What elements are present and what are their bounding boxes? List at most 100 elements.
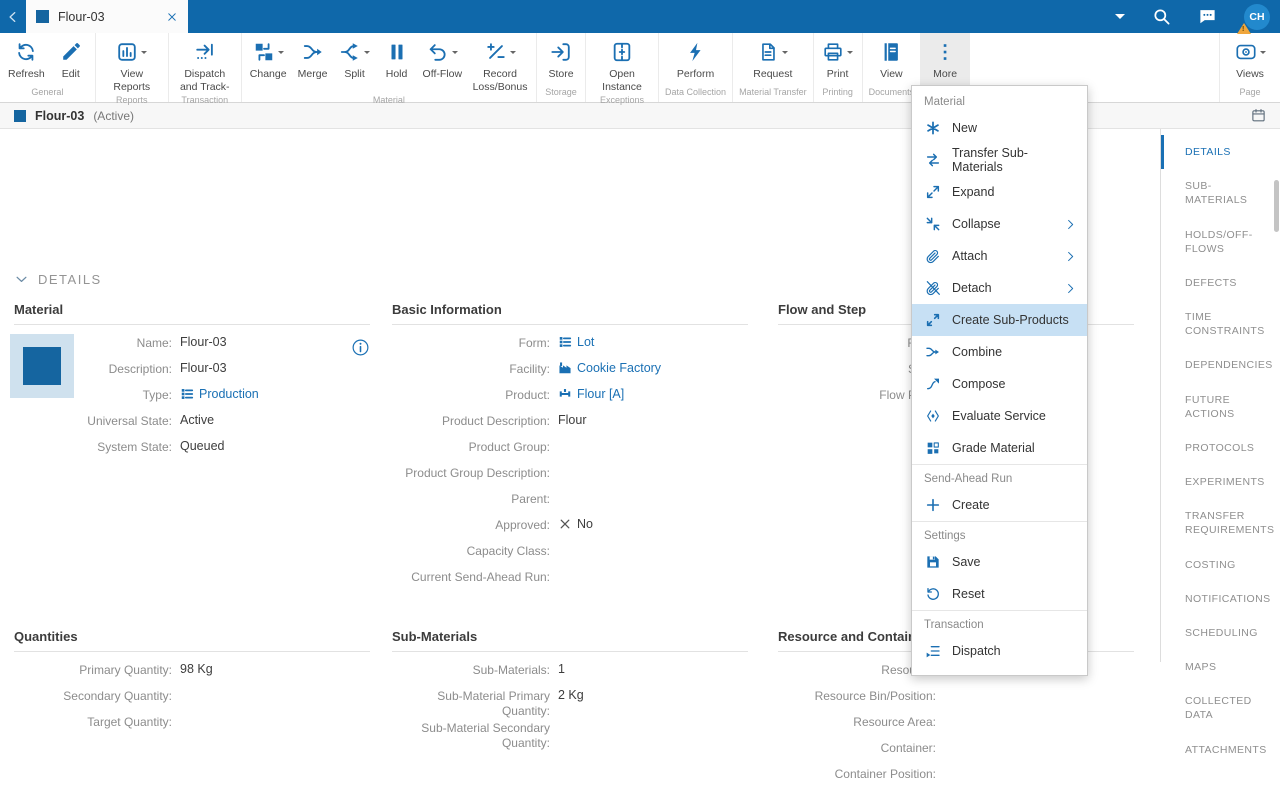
menu-item[interactable]: Transfer Sub-Materials: [912, 144, 1087, 176]
menu-item[interactable]: Create Sub-Products: [912, 304, 1087, 336]
menu-item[interactable]: Attach: [912, 240, 1087, 272]
toolbar-button[interactable]: Off-Flow: [418, 33, 467, 81]
toolbar-button[interactable]: Print: [817, 33, 859, 81]
sidebar-item[interactable]: DEPENDENCIES: [1161, 348, 1280, 382]
sidebar-scrollbar[interactable]: [1274, 180, 1279, 232]
menu-section-header: Material: [912, 88, 1087, 112]
menu-item[interactable]: Combine: [912, 336, 1087, 368]
close-tab-icon[interactable]: [166, 11, 178, 23]
sidebar-item[interactable]: TIME CONSTRAINTS: [1161, 300, 1280, 348]
toolbar-group-label: Exceptions: [589, 93, 655, 109]
sidebar-item[interactable]: MAPS: [1161, 650, 1280, 684]
back-button[interactable]: [0, 0, 26, 33]
toolbar-button[interactable]: Open Instance: [589, 33, 655, 93]
toolbar-button-label: Off-Flow: [423, 68, 462, 81]
toolbar-button[interactable]: Split: [334, 33, 376, 81]
menu-item[interactable]: Save: [912, 546, 1087, 578]
toolbar-button[interactable]: More: [924, 33, 966, 81]
transfer-icon: [925, 152, 941, 168]
sidebar-item[interactable]: HOLDS/OFF-FLOWS: [1161, 218, 1280, 266]
details-section-toggle[interactable]: DETAILS: [14, 272, 102, 287]
list-icon: [180, 387, 194, 401]
sidebar-item[interactable]: FUTURE ACTIONS: [1161, 383, 1280, 431]
menu-item[interactable]: Evaluate Service: [912, 400, 1087, 432]
toolbar-button[interactable]: Merge: [292, 33, 334, 81]
toolbar-group: View Reports Reports: [96, 33, 169, 102]
toolbar-button[interactable]: Record Loss/Bonus: [467, 33, 533, 93]
search-icon[interactable]: [1152, 7, 1171, 26]
menu-item-label: Detach: [952, 281, 992, 295]
field-label: Capacity Class:: [392, 542, 550, 559]
field-row: Universal State: Active: [14, 412, 370, 438]
toolbar-button[interactable]: Change: [245, 33, 292, 81]
sidebar-item[interactable]: DETAILS: [1161, 135, 1280, 169]
chevron-right-icon: [1064, 282, 1077, 295]
toolbar-button[interactable]: Perform: [672, 33, 719, 81]
more-menu: Material New Transfer Sub-Materials: [911, 85, 1088, 676]
sidebar-item[interactable]: SUB-MATERIALS: [1161, 169, 1280, 217]
menu-item[interactable]: Grade Material: [912, 432, 1087, 464]
attach-icon: [925, 248, 941, 264]
field-value: Queued: [180, 438, 224, 453]
field-value[interactable]: Cookie Factory: [558, 360, 661, 375]
sidebar-item[interactable]: ATTACHMENTS: [1161, 733, 1280, 767]
toolbar-button[interactable]: Views: [1229, 33, 1271, 81]
sidebar-item[interactable]: COSTING: [1161, 548, 1280, 582]
sidebar-item[interactable]: TRANSFER REQUIREMENTS: [1161, 499, 1280, 547]
menu-item[interactable]: Collapse: [912, 208, 1087, 240]
info-icon[interactable]: [351, 338, 370, 357]
grade-icon: [925, 440, 941, 456]
toolbar-button-label: Hold: [386, 68, 408, 81]
field-row: Target Quantity:: [14, 713, 370, 739]
sidebar-item[interactable]: COLLECTED DATA: [1161, 684, 1280, 732]
toolbar-button[interactable]: Request: [748, 33, 797, 81]
field-value: Flour-03: [180, 334, 227, 349]
toolbar-group-label: Documents: [866, 85, 918, 102]
toolbar-group-label: Reports: [99, 93, 165, 109]
offflow-icon: [427, 41, 449, 63]
tab-flour-03[interactable]: Flour-03: [26, 0, 188, 33]
field-value[interactable]: Production: [180, 386, 259, 401]
menu-item[interactable]: New: [912, 112, 1087, 144]
toolbar-button-label: Print: [827, 68, 849, 81]
field-value: Active: [180, 412, 214, 427]
field-value[interactable]: Flour [A]: [558, 386, 624, 401]
sidebar-item[interactable]: NOTIFICATIONS: [1161, 582, 1280, 616]
chevron-down-icon[interactable]: [1115, 14, 1125, 24]
menu-item[interactable]: Compose: [912, 368, 1087, 400]
top-bar: Flour-03 CH !: [0, 0, 1280, 33]
chevron-right-icon: [1064, 250, 1077, 263]
menu-item[interactable]: Detach: [912, 272, 1087, 304]
avatar[interactable]: CH !: [1244, 4, 1270, 30]
toolbar-button[interactable]: View Reports: [99, 33, 165, 93]
print-icon: [822, 41, 844, 63]
toolbar-button[interactable]: View: [870, 33, 912, 81]
field-row: Parent:: [392, 490, 748, 516]
menu-section-header: Settings: [912, 522, 1087, 546]
toolbar-button[interactable]: Edit: [50, 33, 92, 81]
sidebar-item[interactable]: SCHEDULING: [1161, 616, 1280, 650]
sidebar-item[interactable]: EXPERIMENTS: [1161, 465, 1280, 499]
asterisk-icon: [925, 120, 941, 136]
combine-icon: [925, 344, 941, 360]
toolbar-group-label: Transaction: [172, 93, 238, 109]
field-value[interactable]: Lot: [558, 334, 594, 349]
reset-icon: [925, 586, 941, 602]
menu-section-header: Transaction: [912, 611, 1087, 635]
sidebar-item[interactable]: DEFECTS: [1161, 266, 1280, 300]
expand-icon: [925, 184, 941, 200]
menu-item[interactable]: Dispatch: [912, 635, 1087, 667]
toolbar-button[interactable]: Dispatch and Track-: [172, 33, 238, 93]
menu-item[interactable]: Reset: [912, 578, 1087, 610]
toolbar-button[interactable]: Refresh: [3, 33, 50, 81]
toolbar-button[interactable]: Hold: [376, 33, 418, 81]
sidebar-item[interactable]: PROTOCOLS: [1161, 431, 1280, 465]
calendar-icon[interactable]: [1251, 108, 1266, 123]
menu-item[interactable]: Expand: [912, 176, 1087, 208]
menu-item-label: Collapse: [952, 217, 1001, 231]
toolbar-button[interactable]: Store: [540, 33, 582, 81]
chat-icon[interactable]: [1198, 7, 1217, 26]
field-row: Container:: [778, 739, 1134, 765]
menu-item[interactable]: Create: [912, 489, 1087, 521]
lossbonus-icon: [485, 41, 507, 63]
